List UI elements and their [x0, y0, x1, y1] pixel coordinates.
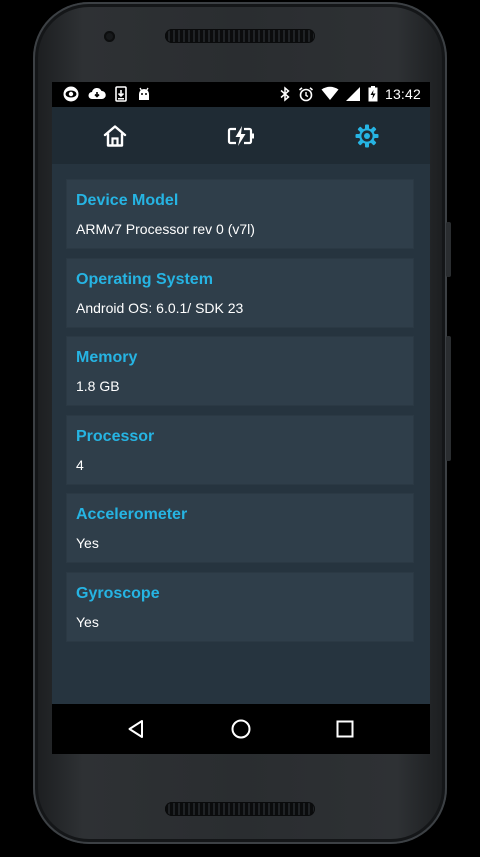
bottom-speaker	[165, 802, 315, 816]
home-button[interactable]	[211, 704, 271, 754]
item-value: 4	[76, 457, 84, 473]
gear-icon	[355, 124, 379, 147]
volume-button	[446, 222, 451, 277]
front-camera	[104, 31, 115, 42]
item-value: Yes	[76, 535, 99, 551]
battery-charging-icon	[368, 86, 378, 102]
item-title: Processor	[76, 428, 155, 445]
back-button[interactable]	[106, 704, 166, 754]
item-title: Operating System	[76, 271, 213, 288]
navigation-bar	[52, 704, 430, 754]
list-item-memory: Memory 1.8 GB	[67, 337, 413, 405]
recents-icon	[336, 720, 354, 738]
item-value: Android OS: 6.0.1/ SDK 23	[76, 300, 244, 316]
list-item-operating-system: Operating System Android OS: 6.0.1/ SDK …	[67, 259, 413, 327]
item-title: Gyroscope	[76, 585, 160, 602]
item-title: Device Model	[76, 192, 179, 209]
item-title: Memory	[76, 349, 138, 366]
top-speaker	[165, 29, 315, 43]
tab-settings[interactable]	[304, 107, 430, 164]
tab-battery[interactable]	[178, 107, 304, 164]
tab-home[interactable]	[52, 107, 178, 164]
top-toolbar	[52, 107, 430, 164]
back-icon	[128, 720, 143, 738]
item-value: ARMv7 Processor rev 0 (v7l)	[76, 221, 255, 237]
item-value: Yes	[76, 614, 99, 630]
home-icon	[103, 124, 127, 147]
power-button	[446, 336, 451, 461]
screen: 13:42 Device Model ARMv7 Processor rev 0…	[52, 82, 430, 754]
home-circle-icon	[231, 719, 251, 739]
item-title: Accelerometer	[76, 506, 188, 523]
item-value: 1.8 GB	[76, 378, 120, 394]
list-item-gyroscope: Gyroscope Yes	[67, 573, 413, 641]
notification-icons	[62, 86, 152, 102]
download-icon	[115, 86, 127, 102]
system-icons: 13:42	[279, 86, 421, 102]
bluetooth-icon	[280, 86, 290, 102]
android-icon	[139, 87, 149, 100]
status-time: 13:42	[384, 86, 421, 102]
status-bar: 13:42	[52, 82, 430, 107]
cloud-download-icon	[88, 87, 106, 99]
list-item-accelerometer: Accelerometer Yes	[67, 494, 413, 562]
eye-icon	[63, 86, 79, 102]
list-item-processor: Processor 4	[67, 416, 413, 484]
battery-charging-icon	[227, 125, 254, 146]
cell-signal-icon	[345, 87, 360, 101]
wifi-icon	[321, 86, 339, 100]
recents-button[interactable]	[315, 704, 375, 754]
list-item-device-model: Device Model ARMv7 Processor rev 0 (v7l)	[67, 180, 413, 248]
device-info-list: Device Model ARMv7 Processor rev 0 (v7l)…	[52, 164, 430, 704]
alarm-icon	[298, 87, 313, 102]
